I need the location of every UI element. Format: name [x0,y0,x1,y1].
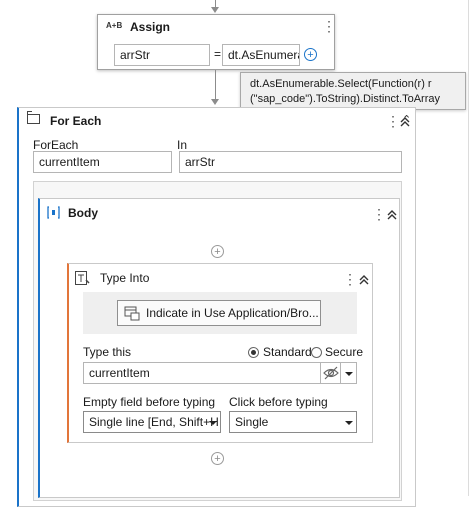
assign-equals: = [214,47,222,61]
typeinto-icon [75,271,90,285]
assign-title: Assign [130,20,171,34]
assign-activity[interactable]: A+B Assign ⋮ arrStr = dt.AsEnumerable + [97,14,336,70]
empty-field-label: Empty field before typing [83,395,216,409]
click-before-label: Click before typing [229,395,328,409]
foreach-body-panel: Body ⋮ + Type Into ⋮ Indicate in Use App… [33,181,402,501]
secure-radio-label[interactable]: Secure [325,345,363,359]
type-this-field[interactable]: currentItem [83,362,321,384]
add-activity-icon-bottom[interactable]: + [211,452,224,465]
connector-top-arrow [211,7,219,13]
foreach-activity[interactable]: For Each ⋮ ⌃ ForEach currentItem In arrS… [17,107,416,507]
foreach-icon [27,111,40,124]
body-collapse-chevrons[interactable] [385,209,399,221]
assign-icon: A+B [106,21,123,30]
empty-field-select-value: Single line [End, Shift+H [89,415,219,429]
secure-radio[interactable] [311,347,322,358]
foreach-item-label: ForEach [33,138,79,152]
typeinto-collapse-chevrons[interactable] [357,274,371,286]
type-this-dropdown-icon[interactable] [341,362,357,384]
standard-radio-label[interactable]: Standard [263,345,312,359]
type-this-label: Type this [83,345,132,359]
tooltip-line-1: dt.AsEnumerable.Select(Function(r) r [250,78,432,90]
foreach-item-field[interactable]: currentItem [33,151,172,173]
indicate-target-icon [124,306,140,321]
empty-field-dropdown-icon [209,421,217,425]
foreach-collapse-chevrons[interactable] [398,116,412,128]
connector-assign-foreach [215,70,216,100]
indicate-area: Indicate in Use Application/Bro... [83,292,357,334]
click-before-select[interactable]: Single [229,411,357,433]
typeinto-activity[interactable]: Type Into ⋮ Indicate in Use Application/… [67,263,373,443]
canvas-scroll-edge [468,0,469,496]
hide-text-icon[interactable] [321,362,341,384]
click-before-dropdown-icon [345,421,353,425]
assign-add-icon[interactable]: + [304,48,317,61]
typeinto-title: Type Into [100,271,150,285]
typeinto-more-icon[interactable]: ⋮ [343,272,357,286]
value-tooltip: dt.AsEnumerable.Select(Function(r) r ("s… [240,72,466,110]
assign-to-field[interactable]: arrStr [114,44,210,66]
sequence-icon [47,206,60,219]
assign-value-field[interactable]: dt.AsEnumerable [222,44,300,66]
foreach-in-label: In [177,138,188,152]
tooltip-line-2: ("sap_code").ToString).Distinct.ToArray [250,93,440,105]
connector-foreach-arrow [211,99,219,105]
indicate-target-label: Indicate in Use Application/Bro... [146,306,319,320]
add-activity-icon-top[interactable]: + [211,245,224,258]
standard-radio[interactable] [248,347,259,358]
body-more-icon[interactable]: ⋮ [372,207,386,221]
body-title: Body [68,206,98,220]
indicate-target-button[interactable]: Indicate in Use Application/Bro... [117,300,321,326]
assign-more-icon[interactable]: ⋮ [322,19,336,33]
empty-field-select[interactable]: Single line [End, Shift+H [83,411,221,433]
body-sequence[interactable]: Body ⋮ + Type Into ⋮ Indicate in Use App… [38,198,400,498]
foreach-in-field[interactable]: arrStr [179,151,402,173]
foreach-title: For Each [50,114,102,128]
click-before-select-value: Single [235,415,269,429]
